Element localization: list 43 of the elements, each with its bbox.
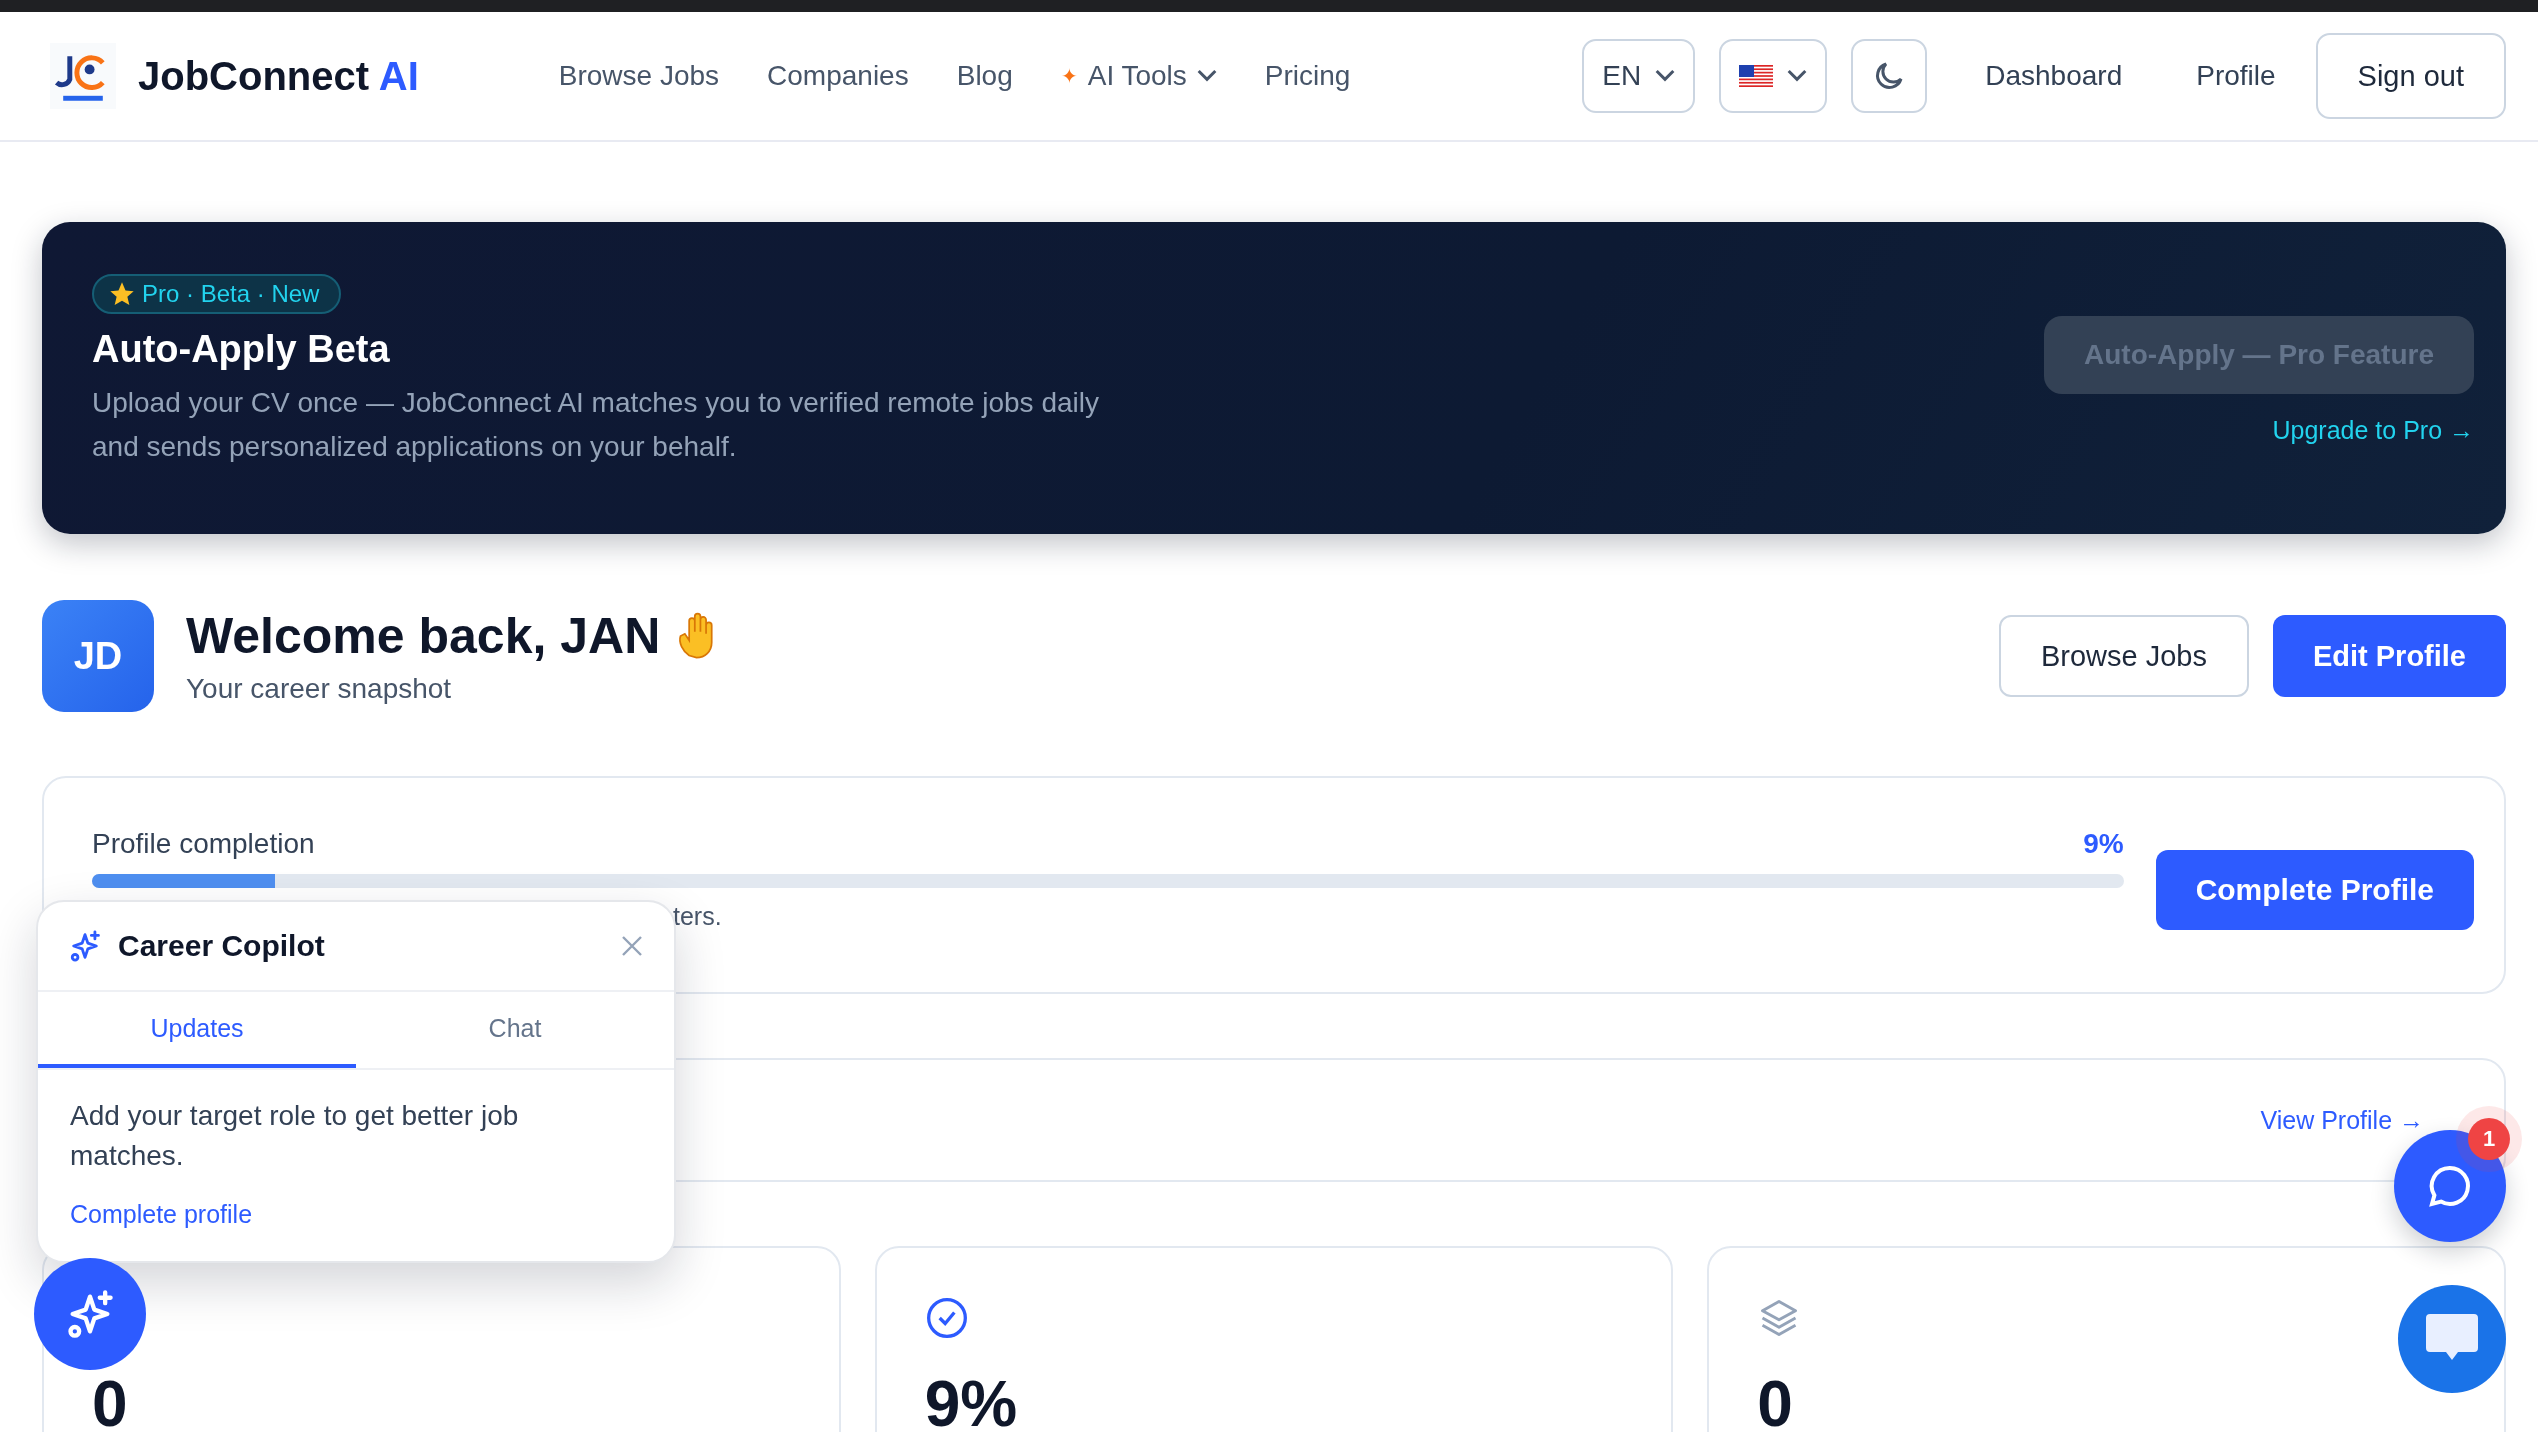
nav-link[interactable]: Browse Jobs [558,60,720,92]
panel-title: Career Copilot [118,929,325,963]
nav-link[interactable]: Blog [956,60,1013,92]
country-select[interactable] [1719,39,1828,113]
edit-profile-button[interactable]: Edit Profile [2272,615,2506,697]
nav-link[interactable]: Dashboard [1985,60,2123,92]
check-circle-icon [924,1296,969,1340]
nav-link[interactable]: Companies [767,60,909,92]
nav-link[interactable]: Profile [2196,60,2276,92]
hint-text: ters. [673,902,723,931]
stat-value: 9% [924,1372,1019,1432]
close-icon[interactable] [620,934,644,958]
welcome-heading: Welcome back, JAN [186,607,661,665]
stat-value: 0 [1757,1372,1794,1432]
theme-toggle[interactable] [1851,39,1928,113]
sparkle-icon [68,929,102,963]
welcome-subtitle: Your career snapshot [186,673,453,705]
brand-name[interactable]: JobConnect AI [138,53,419,99]
chevron-down-icon [1655,69,1676,83]
view-profile-link[interactable]: View Profile → [2260,1105,2424,1135]
progress-percent: 9% [2083,828,2124,860]
star-icon [108,280,136,308]
chevron-down-icon [1787,69,1808,83]
banner-title: Auto-Apply Beta [92,328,391,371]
notification-count: 1 [2468,1118,2510,1160]
complete-profile-button[interactable]: Complete Profile [2155,850,2474,930]
banner-description: Upload your CV once — JobConnect AI matches you to verified remote jobs daily and sends personalized applications on your behalf. [92,386,1100,464]
chevron-down-icon [1196,69,1217,83]
update-message: Add your target role to get better job matches. [70,1099,520,1173]
panel-tab[interactable]: Updates [38,992,356,1068]
stat-value: 0 [92,1372,129,1432]
logo-icon[interactable] [50,43,116,109]
complete-profile-link[interactable]: Complete profile [70,1200,253,1229]
progress-label: Profile completion [92,828,315,860]
feature-badge: Pro · Beta · New [92,274,342,314]
sign-out-button[interactable]: Sign out [2315,33,2506,119]
avatar: JD [42,600,154,712]
upgrade-link[interactable]: Upgrade to Pro → [2272,416,2474,445]
language-select[interactable]: EN [1582,39,1696,113]
nav-link[interactable]: Pricing [1264,60,1351,92]
nav-menu[interactable]: ✦ AI Tools [1060,60,1217,92]
flag-icon [1739,65,1774,87]
browse-jobs-button[interactable]: Browse Jobs [1998,615,2249,697]
